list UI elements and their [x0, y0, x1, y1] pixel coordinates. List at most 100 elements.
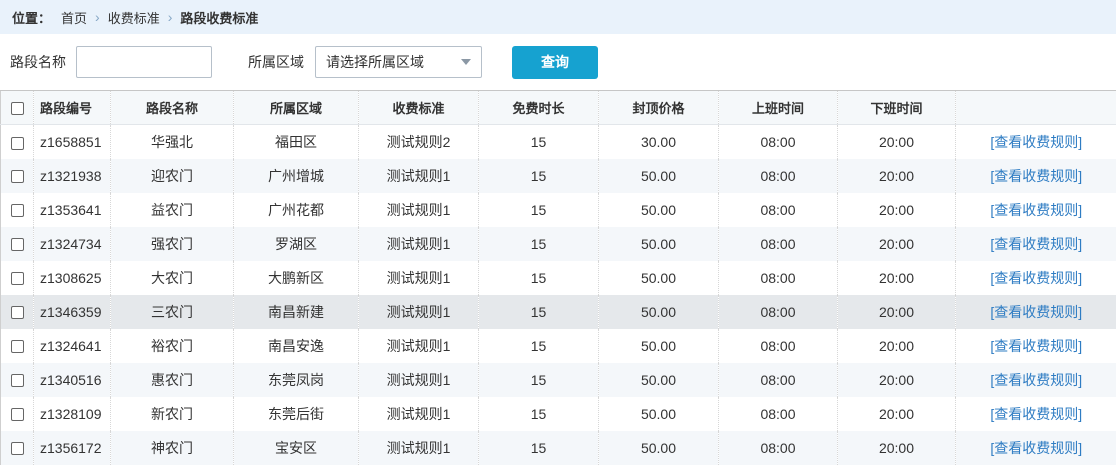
cell-free-duration: 15: [479, 363, 599, 397]
view-fee-rules-link[interactable]: [查看收费规则]: [990, 168, 1082, 184]
view-fee-rules-link[interactable]: [查看收费规则]: [990, 372, 1082, 388]
row-checkbox[interactable]: [11, 170, 24, 183]
view-fee-rules-link[interactable]: [查看收费规则]: [990, 202, 1082, 218]
cell-end-time: 20:00: [838, 261, 956, 295]
cell-free-duration: 15: [479, 193, 599, 227]
road-name-label: 路段名称: [10, 52, 66, 72]
cell-road-id: z1356172: [34, 431, 111, 465]
cell-road-id: z1321938: [34, 159, 111, 193]
row-checkbox[interactable]: [11, 340, 24, 353]
table-row: z1328109 新农门 东莞后街 测试规则1 15 50.00 08:00 2…: [1, 397, 1116, 431]
breadcrumb-separator-icon: ›: [95, 9, 100, 25]
road-name-input[interactable]: [76, 46, 212, 78]
cell-cap-price: 50.00: [599, 397, 719, 431]
cell-area: 东莞凤岗: [234, 363, 359, 397]
cell-road-name: 大农门: [111, 261, 234, 295]
cell-cap-price: 50.00: [599, 261, 719, 295]
cell-end-time: 20:00: [838, 125, 956, 159]
breadcrumb-item-fee-standard[interactable]: 收费标准: [108, 8, 160, 27]
search-button[interactable]: 查询: [512, 46, 598, 79]
cell-road-name: 裕农门: [111, 329, 234, 363]
col-header-actions: [956, 91, 1116, 125]
col-header-road-id: 路段编号: [34, 91, 111, 125]
cell-fee-rule: 测试规则1: [359, 159, 479, 193]
cell-road-name: 三农门: [111, 295, 234, 329]
cell-fee-rule: 测试规则1: [359, 295, 479, 329]
cell-cap-price: 50.00: [599, 329, 719, 363]
cell-free-duration: 15: [479, 431, 599, 465]
row-checkbox[interactable]: [11, 442, 24, 455]
cell-road-name: 益农门: [111, 193, 234, 227]
row-checkbox[interactable]: [11, 238, 24, 251]
cell-actions: [查看收费规则]: [956, 261, 1116, 295]
view-fee-rules-link[interactable]: [查看收费规则]: [990, 440, 1082, 456]
view-fee-rules-link[interactable]: [查看收费规则]: [990, 338, 1082, 354]
table-row: z1324641 裕农门 南昌安逸 测试规则1 15 50.00 08:00 2…: [1, 329, 1116, 363]
breadcrumb: 位置： 首页 › 收费标准 › 路段收费标准: [0, 0, 1116, 34]
view-fee-rules-link[interactable]: [查看收费规则]: [990, 236, 1082, 252]
row-checkbox-cell: [1, 261, 34, 295]
col-header-end-time: 下班时间: [838, 91, 956, 125]
cell-free-duration: 15: [479, 159, 599, 193]
select-all-checkbox[interactable]: [11, 102, 24, 115]
cell-actions: [查看收费规则]: [956, 329, 1116, 363]
cell-road-id: z1324734: [34, 227, 111, 261]
cell-area: 东莞后街: [234, 397, 359, 431]
view-fee-rules-link[interactable]: [查看收费规则]: [990, 406, 1082, 422]
breadcrumb-item-home[interactable]: 首页: [61, 8, 87, 27]
area-select[interactable]: 请选择所属区域: [315, 46, 482, 78]
cell-actions: [查看收费规则]: [956, 397, 1116, 431]
cell-end-time: 20:00: [838, 295, 956, 329]
row-checkbox-cell: [1, 431, 34, 465]
row-checkbox[interactable]: [11, 306, 24, 319]
row-checkbox[interactable]: [11, 204, 24, 217]
cell-end-time: 20:00: [838, 363, 956, 397]
cell-road-id: z1658851: [34, 125, 111, 159]
row-checkbox-cell: [1, 125, 34, 159]
cell-free-duration: 15: [479, 125, 599, 159]
col-header-free-duration: 免费时长: [479, 91, 599, 125]
cell-free-duration: 15: [479, 295, 599, 329]
cell-road-id: z1346359: [34, 295, 111, 329]
cell-road-name: 华强北: [111, 125, 234, 159]
area-select-value: 请选择所属区域: [326, 52, 424, 72]
table-row: z1308625 大农门 大鹏新区 测试规则1 15 50.00 08:00 2…: [1, 261, 1116, 295]
cell-actions: [查看收费规则]: [956, 159, 1116, 193]
header-checkbox-cell: [1, 91, 34, 125]
cell-end-time: 20:00: [838, 397, 956, 431]
cell-cap-price: 50.00: [599, 295, 719, 329]
cell-area: 南昌安逸: [234, 329, 359, 363]
table-body: z1658851 华强北 福田区 测试规则2 15 30.00 08:00 20…: [1, 125, 1116, 465]
row-checkbox[interactable]: [11, 408, 24, 421]
table-row: z1324734 强农门 罗湖区 测试规则1 15 50.00 08:00 20…: [1, 227, 1116, 261]
cell-start-time: 08:00: [719, 261, 838, 295]
col-header-area: 所属区域: [234, 91, 359, 125]
cell-cap-price: 50.00: [599, 193, 719, 227]
cell-cap-price: 50.00: [599, 159, 719, 193]
cell-fee-rule: 测试规则1: [359, 431, 479, 465]
row-checkbox[interactable]: [11, 137, 24, 150]
row-checkbox[interactable]: [11, 272, 24, 285]
cell-start-time: 08:00: [719, 329, 838, 363]
cell-road-id: z1324641: [34, 329, 111, 363]
area-label: 所属区域: [248, 52, 304, 72]
cell-area: 广州花都: [234, 193, 359, 227]
cell-road-id: z1328109: [34, 397, 111, 431]
cell-start-time: 08:00: [719, 397, 838, 431]
cell-fee-rule: 测试规则1: [359, 397, 479, 431]
row-checkbox-cell: [1, 363, 34, 397]
cell-fee-rule: 测试规则1: [359, 329, 479, 363]
view-fee-rules-link[interactable]: [查看收费规则]: [990, 134, 1082, 150]
view-fee-rules-link[interactable]: [查看收费规则]: [990, 270, 1082, 286]
cell-start-time: 08:00: [719, 159, 838, 193]
cell-fee-rule: 测试规则1: [359, 261, 479, 295]
view-fee-rules-link[interactable]: [查看收费规则]: [990, 304, 1082, 320]
row-checkbox[interactable]: [11, 374, 24, 387]
cell-fee-rule: 测试规则1: [359, 363, 479, 397]
cell-actions: [查看收费规则]: [956, 227, 1116, 261]
cell-road-name: 迎农门: [111, 159, 234, 193]
cell-start-time: 08:00: [719, 295, 838, 329]
row-checkbox-cell: [1, 227, 34, 261]
table-row: z1658851 华强北 福田区 测试规则2 15 30.00 08:00 20…: [1, 125, 1116, 159]
cell-actions: [查看收费规则]: [956, 295, 1116, 329]
